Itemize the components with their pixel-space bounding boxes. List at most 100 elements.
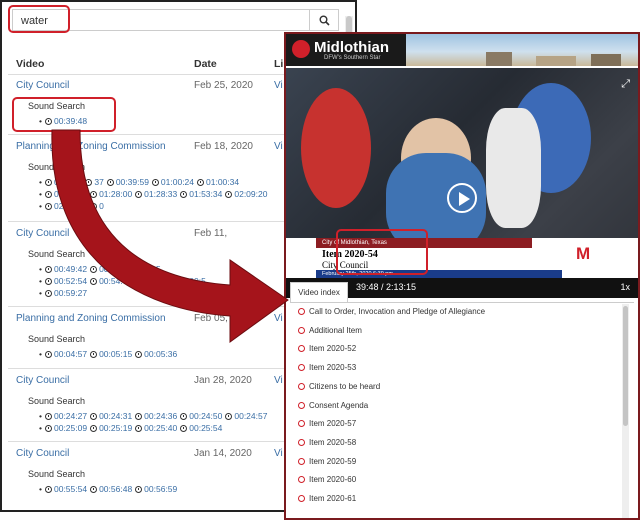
timestamp-link[interactable]: 01:28:00 [99, 189, 132, 199]
index-item[interactable]: Item 2020-61 [298, 494, 356, 503]
col-link-header: Li [274, 58, 284, 70]
timestamp-link[interactable]: 00:25:40 [144, 423, 177, 433]
timestamp-link[interactable]: 01:00:34 [206, 177, 239, 187]
index-item[interactable]: Citizens to be heard [298, 382, 380, 391]
timestamp-link[interactable]: 00:5 [189, 276, 206, 286]
timestamp-line: • 00:24:27 00:24:31 00:24:36 00:24:50 00:24:5… [39, 411, 268, 421]
col-video-header: Video [16, 58, 45, 70]
video-date: Jan 14, 2020 [194, 448, 252, 459]
index-item[interactable]: Item 2020-52 [298, 344, 356, 353]
timestamp-link[interactable]: 01:28:33 [144, 189, 177, 199]
clock-icon [44, 278, 52, 285]
clock-icon [197, 179, 205, 186]
timestamp-link[interactable]: 0 [99, 201, 104, 211]
video-date: Feb 18, 2020 [194, 141, 253, 152]
timestamp-link[interactable]: 00:39:59 [116, 177, 149, 187]
timestamp-line: • 00:25:09 00:25:19 00:25:40 00:25:54 [39, 423, 223, 433]
timestamp-link[interactable]: 00:56:59 [144, 484, 177, 494]
timestamp-link[interactable]: 00:25:54 [189, 423, 222, 433]
timestamp-link[interactable]: 00:24:31 [99, 411, 132, 421]
timestamp-link[interactable]: 00:59:27 [54, 288, 87, 298]
timestamp-link[interactable]: 01:53:34 [189, 189, 222, 199]
timestamp-link[interactable]: 01:00:24 [161, 177, 194, 187]
index-item[interactable]: Item 2020-53 [298, 363, 356, 372]
timestamp-line: • 00:55:54 00:56:48 00:56:59 [39, 484, 178, 494]
timestamp-link[interactable]: 00:24:36 [144, 411, 177, 421]
timestamp-link[interactable]: 00:56:48 [99, 484, 132, 494]
time-readout: 39:48 / 2:13:15 [356, 282, 417, 292]
clock-icon [298, 326, 305, 334]
timestamp-link[interactable]: 00:55:54 [54, 484, 87, 494]
timestamp-link[interactable]: 00:24:50 [189, 411, 222, 421]
video-title-link[interactable]: City Council [16, 228, 69, 239]
timestamp-link[interactable]: 01:17:53 [54, 189, 87, 199]
view-link[interactable]: Vi [274, 313, 283, 324]
timestamp-link[interactable]: 00:05:36 [144, 349, 177, 359]
clock-icon [90, 203, 98, 210]
timestamp-link[interactable]: 00:52:54 [54, 276, 87, 286]
play-button[interactable] [447, 183, 477, 213]
index-scrollbar[interactable] [622, 304, 629, 518]
video-player-panel: Midlothian DFW's Southern Star ⤢ City of… [284, 32, 640, 520]
index-item[interactable]: Call to Order, Invocation and Pledge of … [298, 307, 485, 316]
timestamp-link[interactable]: 00:05:15 [99, 349, 132, 359]
speed-button[interactable]: 1x [620, 282, 630, 292]
timestamp-line: • 00:52:54 00:54:01 00:54:36 00:5 [39, 276, 206, 286]
index-item[interactable]: Additional Item [298, 326, 362, 335]
timestamp-link[interactable]: 02:38:18 [54, 201, 87, 211]
timestamp-line: • 02:38:18 0 [39, 201, 104, 211]
index-item[interactable]: Item 2020-60 [298, 475, 356, 484]
video-title-link[interactable]: City Council [16, 448, 69, 459]
sound-search-label: Sound Search [28, 162, 86, 172]
index-item[interactable]: Consent Agenda [298, 401, 368, 410]
search-highlight [8, 5, 70, 33]
sound-search-label: Sound Search [28, 249, 86, 259]
timestamp-link[interactable]: 00:04:57 [54, 349, 87, 359]
video-title-link[interactable]: Planning and Zoning Commission [16, 313, 166, 324]
view-link[interactable]: Vi [274, 375, 283, 386]
timestamp-link[interactable]: 00:24:27 [54, 411, 87, 421]
timestamp-link[interactable]: 00:50:21 [99, 264, 132, 274]
banner-building [536, 56, 576, 66]
timestamp-link[interactable]: 00:49:42 [54, 264, 87, 274]
clock-icon [90, 413, 98, 420]
timestamp-link[interactable]: 00:54:01 [99, 276, 132, 286]
timestamp-link[interactable]: 00:25:19 [99, 423, 132, 433]
timestamp-link[interactable]: 00:38:2 [54, 177, 82, 187]
expand-icon[interactable]: ⤢ [621, 78, 630, 91]
index-item[interactable]: Item 2020-57 [298, 419, 356, 428]
video-date: Feb 05, 2020 [194, 313, 253, 324]
view-link[interactable]: Vi [274, 80, 283, 91]
person-red-shirt [301, 88, 371, 208]
index-item[interactable]: Item 2020-59 [298, 457, 356, 466]
person-white-shirt [486, 108, 541, 228]
view-link[interactable]: Vi [274, 141, 283, 152]
timestamp-link[interactable]: 00:54:36 [144, 276, 177, 286]
index-item[interactable]: Item 2020-58 [298, 438, 356, 447]
timestamp-link[interactable]: 00:5 [144, 264, 161, 274]
timestamp-link[interactable]: 37 [94, 177, 103, 187]
clock-icon [135, 425, 143, 432]
clock-icon [44, 351, 52, 358]
clock-icon [225, 191, 233, 198]
view-link[interactable]: Vi [274, 448, 283, 459]
clock-icon [135, 266, 143, 273]
video-title-link[interactable]: City Council [16, 375, 69, 386]
video-title-link[interactable]: Planning and Zoning Commission [16, 141, 166, 152]
timestamp-link[interactable]: 00:25:09 [54, 423, 87, 433]
video-title-link[interactable]: City Council [16, 80, 69, 91]
clock-icon [298, 401, 305, 409]
clock-icon [85, 179, 93, 186]
clock-icon [180, 425, 188, 432]
index-item-label: Item 2020-58 [309, 437, 357, 447]
brand-logo-icon [292, 40, 310, 58]
clock-icon [90, 191, 98, 198]
clock-icon [44, 179, 52, 186]
tab-video-index[interactable]: Video index [290, 282, 348, 303]
timestamp-link[interactable]: 02:09:20 [234, 189, 267, 199]
clock-icon [135, 486, 143, 493]
index-scrollbar-thumb[interactable] [623, 306, 628, 426]
timestamp-link[interactable]: 00:24:57 [234, 411, 267, 421]
search-button[interactable] [309, 10, 338, 30]
clock-icon [90, 425, 98, 432]
